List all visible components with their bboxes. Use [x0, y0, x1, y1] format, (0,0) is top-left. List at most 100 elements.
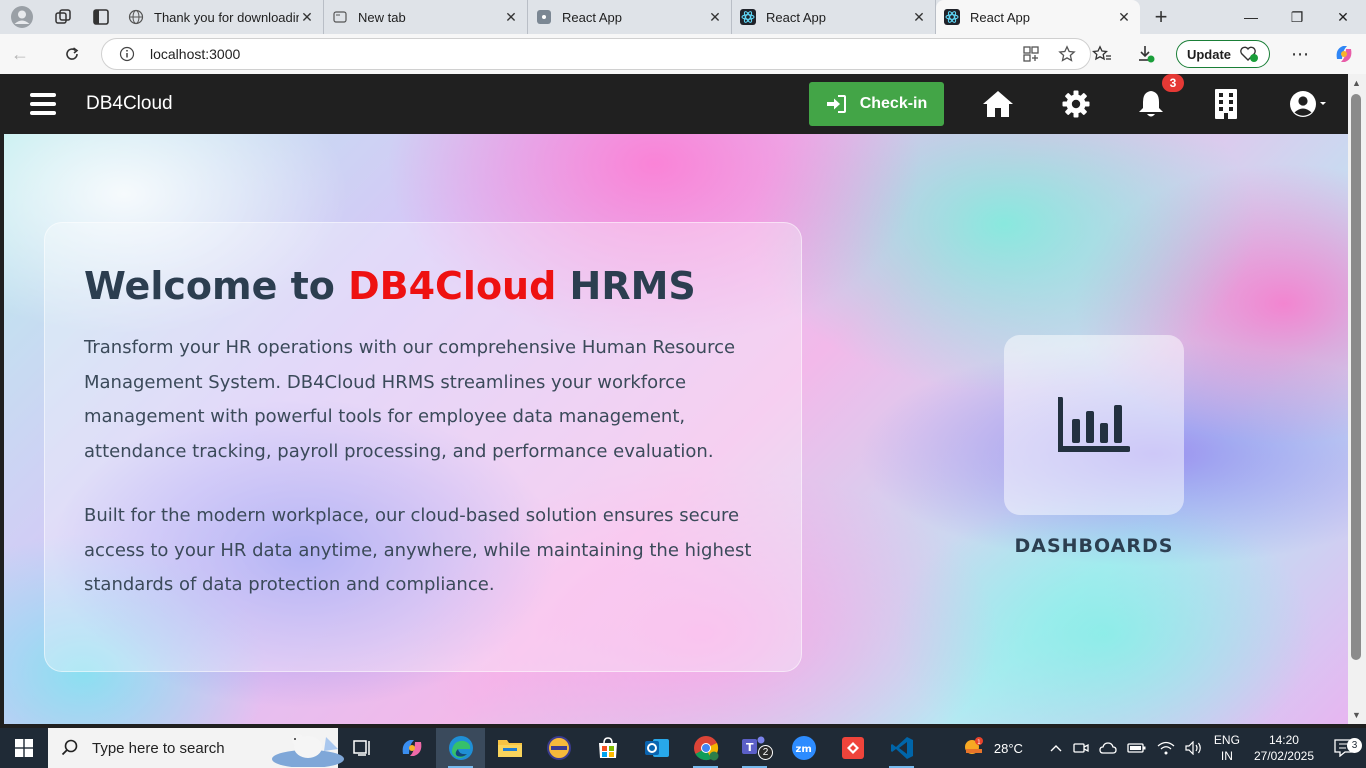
scroll-up-icon[interactable]: ▲ — [1352, 78, 1361, 88]
tab-title: React App — [970, 9, 1030, 25]
minimize-icon[interactable]: — — [1228, 0, 1274, 34]
tab-new-tab[interactable]: New tab ✕ — [324, 0, 528, 34]
battery-icon[interactable] — [1122, 742, 1152, 754]
tab-title: New tab — [358, 9, 406, 25]
welcome-brand-highlight: DB4Cloud — [348, 264, 557, 308]
new-tab-button[interactable]: + — [1140, 0, 1182, 34]
sign-in-icon — [826, 95, 846, 113]
notification-center-icon[interactable]: 3 — [1322, 738, 1366, 757]
address-toolbar: ← localhost:3000 Update ⋯ — [0, 34, 1366, 74]
svg-text:zm: zm — [795, 744, 811, 755]
tab-react-app-2[interactable]: React App ✕ — [732, 0, 936, 34]
copilot-icon[interactable] — [1322, 34, 1366, 74]
windows-start-icon[interactable] — [0, 728, 48, 768]
vscode-icon[interactable] — [877, 728, 926, 768]
intro-paragraph: Transform your HR operations with our co… — [84, 337, 736, 462]
zoom-icon[interactable]: zm — [779, 728, 828, 768]
globe-icon — [128, 9, 144, 25]
close-icon[interactable]: ✕ — [911, 9, 927, 25]
close-icon[interactable]: ✕ — [1116, 9, 1132, 25]
edge-browser-icon[interactable] — [436, 728, 485, 768]
menu-hamburger-icon[interactable] — [30, 93, 56, 115]
new-tab-icon — [333, 11, 347, 23]
wifi-icon[interactable] — [1152, 741, 1180, 755]
language-line2: IN — [1220, 749, 1233, 763]
restore-icon[interactable]: ❐ — [1274, 0, 1320, 34]
welcome-heading: Welcome to DB4Cloud HRMS — [84, 264, 696, 308]
app-viewport: DB4Cloud Check-in 3 Welcome to DB4Cloud … — [4, 74, 1348, 724]
scroll-down-icon[interactable]: ▼ — [1352, 710, 1361, 720]
site-info-icon[interactable] — [116, 43, 138, 65]
refresh-button[interactable] — [52, 34, 92, 74]
app-brand[interactable]: DB4Cloud — [86, 93, 173, 115]
app-available-icon[interactable] — [1022, 45, 1040, 63]
notification-count-badge: 3 — [1162, 74, 1184, 92]
outlook-icon[interactable] — [632, 728, 681, 768]
weather-widget[interactable]: 1 28°C — [957, 737, 1028, 759]
system-tray: 1 28°C ENG IN 14:20 27/02/2025 3 — [957, 728, 1366, 768]
dashboards-tile[interactable] — [1004, 335, 1184, 515]
app-header: DB4Cloud Check-in 3 — [4, 74, 1348, 134]
copilot-app-icon[interactable] — [387, 728, 436, 768]
show-hidden-icons-icon[interactable] — [1044, 743, 1068, 753]
chrome-icon[interactable] — [681, 728, 730, 768]
taskbar-search-box[interactable]: Type here to search — [48, 728, 344, 768]
welcome-prefix: Welcome to — [84, 264, 349, 308]
clock[interactable]: 14:20 27/02/2025 — [1246, 732, 1322, 764]
cloud-paragraph: Built for the modern workplace, our clou… — [84, 505, 752, 595]
tab-react-app-active[interactable]: React App ✕ — [936, 0, 1140, 34]
volume-icon[interactable] — [1180, 741, 1208, 755]
teams-badge: 2 — [758, 745, 773, 760]
wps-app-icon[interactable] — [534, 728, 583, 768]
teams-icon[interactable]: T 2 — [730, 728, 779, 768]
onedrive-cloud-icon[interactable] — [1094, 741, 1122, 755]
back-button[interactable]: ← — [0, 34, 40, 74]
task-view-icon[interactable] — [338, 728, 387, 768]
welcome-suffix: HRMS — [556, 264, 696, 308]
clock-date: 27/02/2025 — [1253, 749, 1314, 763]
window-close-icon[interactable]: ✕ — [1320, 0, 1366, 34]
tab-title: Thank you for downloading — [154, 9, 299, 25]
address-bar[interactable]: localhost:3000 — [101, 38, 1091, 70]
tab-thank-you[interactable]: Thank you for downloading ✕ — [120, 0, 324, 34]
user-account-icon[interactable] — [1286, 88, 1330, 120]
notification-bell-icon[interactable] — [1134, 88, 1168, 120]
dashboards-label[interactable]: DASHBOARDS — [1004, 535, 1184, 557]
url-text[interactable]: localhost:3000 — [150, 46, 240, 62]
svg-text:T: T — [746, 741, 754, 754]
update-button[interactable]: Update — [1175, 40, 1270, 68]
settings-gear-icon[interactable] — [1059, 88, 1093, 120]
search-highlight-illustration-icon — [272, 734, 344, 767]
favorites-icon[interactable] — [1080, 34, 1124, 74]
meet-now-icon[interactable] — [1068, 740, 1094, 756]
search-placeholder: Type here to search — [92, 739, 225, 757]
bar-chart-icon — [1058, 397, 1130, 452]
favorite-star-icon[interactable] — [1058, 45, 1076, 63]
language-indicator[interactable]: ENG IN — [1208, 732, 1246, 764]
page-scrollbar[interactable]: ▲ ▼ — [1348, 74, 1366, 724]
organization-building-icon[interactable] — [1209, 88, 1243, 120]
windows-taskbar: Type here to search T 2 zm 1 28°C ENG IN… — [0, 728, 1366, 768]
profile-icon[interactable] — [0, 0, 44, 34]
weather-temperature: 28°C — [993, 740, 1023, 756]
svg-text:1: 1 — [977, 739, 981, 746]
anydesk-icon[interactable] — [828, 728, 877, 768]
search-icon — [61, 739, 78, 756]
more-menu-icon[interactable]: ⋯ — [1278, 34, 1322, 74]
workspaces-icon[interactable] — [44, 0, 82, 34]
tab-react-app-1[interactable]: React App ✕ — [528, 0, 732, 34]
downloads-icon[interactable] — [1124, 34, 1168, 74]
language-line1: ENG — [1213, 733, 1240, 747]
update-heart-icon — [1240, 46, 1258, 62]
tab-actions-icon[interactable] — [82, 0, 120, 34]
microsoft-store-icon[interactable] — [583, 728, 632, 768]
clock-time: 14:20 — [1268, 733, 1299, 747]
scrollbar-thumb[interactable] — [1351, 94, 1361, 660]
file-explorer-icon[interactable] — [485, 728, 534, 768]
react-logo-icon — [944, 9, 960, 25]
check-in-button[interactable]: Check-in — [809, 82, 944, 126]
home-icon[interactable] — [981, 88, 1015, 120]
close-icon[interactable]: ✕ — [503, 9, 519, 25]
close-icon[interactable]: ✕ — [299, 9, 315, 25]
close-icon[interactable]: ✕ — [707, 9, 723, 25]
